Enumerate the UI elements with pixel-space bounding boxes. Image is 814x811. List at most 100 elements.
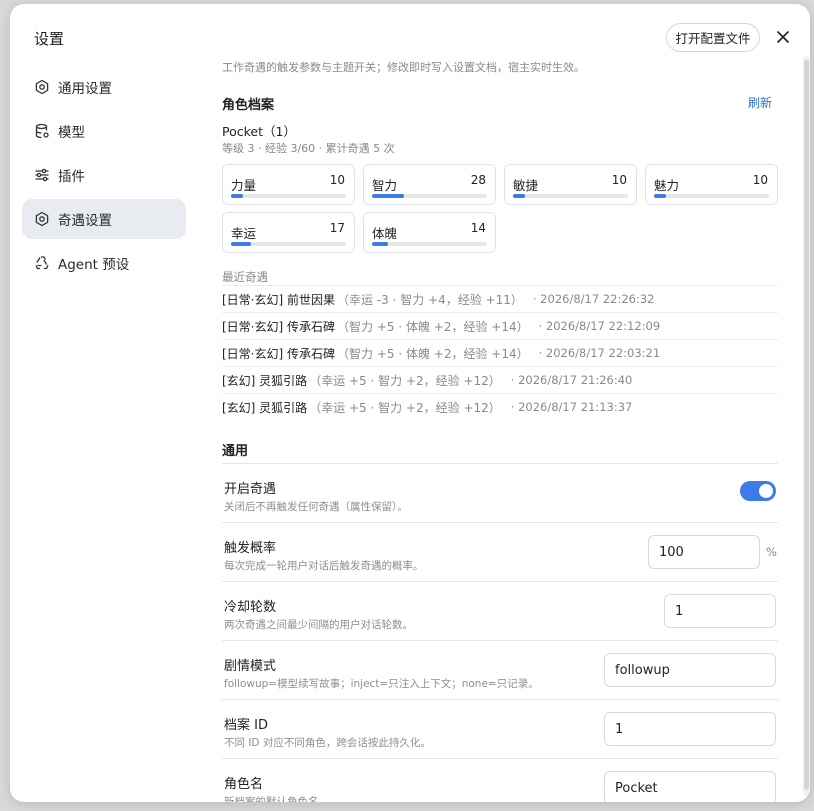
setting-label: 剧情模式: [224, 659, 277, 674]
encounter-time: · 2026/8/17 22:03:21: [538, 346, 661, 360]
scrollbar[interactable]: [803, 56, 810, 796]
setting-cooldown: 冷却轮数 两次奇遇之间最少间隔的用户对话轮数。 1: [222, 581, 778, 640]
stat-value: 10: [611, 173, 627, 187]
setting-hint: 关闭后不再触发任何奇遇（属性保留）。: [224, 501, 408, 513]
stat-bar-fill: [654, 194, 666, 198]
stat-bar-fill: [372, 194, 405, 198]
profile-id-input[interactable]: 1: [604, 712, 776, 746]
enable-toggle[interactable]: [740, 481, 776, 501]
setting-story-mode: 剧情模式 followup=模型续写故事；inject=只注入上下文；none=…: [222, 640, 778, 699]
setting-hint: followup=模型续写故事；inject=只注入上下文；none=只记录。: [224, 678, 539, 690]
encounter-detail: （智力 +5 · 体魄 +2，经验 +14）: [337, 319, 529, 334]
stat-name: 幸运: [231, 226, 257, 241]
sidebar-item-label: 奇遇设置: [58, 213, 112, 229]
stat-name: 魅力: [654, 178, 680, 193]
stat-bar-fill: [231, 242, 251, 246]
setting-probability: 触发概率 每次完成一轮用户对话后触发奇遇的概率。 100 %: [222, 522, 778, 581]
database-icon: [34, 123, 50, 139]
stat-bar: [231, 194, 346, 198]
stat-card: 力量 10: [222, 164, 355, 205]
sidebar-item-encounter[interactable]: 奇遇设置: [22, 199, 186, 239]
encounter-time: · 2026/8/17 22:26:32: [532, 292, 655, 306]
list-item: [玄幻] 灵狐引路 （幸运 +5 · 智力 +2，经验 +12） · 2026/…: [222, 393, 778, 420]
sidebar: 设置 通用设置 模型 插件 奇遇设置 Agent 预设: [10, 4, 200, 802]
encounter-time: · 2026/8/17 22:12:09: [538, 319, 661, 333]
setting-label: 冷却轮数: [224, 600, 277, 615]
stat-bar-fill: [231, 194, 243, 198]
encounter-detail: （幸运 -3 · 智力 +4，经验 +11）: [337, 292, 523, 307]
sidebar-item-plugins[interactable]: 插件: [22, 155, 186, 195]
sidebar-nav: 通用设置 模型 插件 奇遇设置 Agent 预设: [22, 67, 186, 287]
stat-card: 幸运 17: [222, 212, 355, 253]
profile-heading: 角色档案: [222, 98, 275, 113]
sidebar-item-label: 模型: [58, 125, 85, 141]
sliders-icon: [34, 167, 50, 183]
setting-hint: 每次完成一轮用户对话后触发奇遇的概率。: [224, 560, 424, 572]
setting-character-name: 角色名 新档案的默认角色名。 Pocket: [222, 758, 778, 802]
stat-card: 体魄 14: [363, 212, 496, 253]
character-summary: 等级 3 · 经验 3/60 · 累计奇遇 5 次: [222, 142, 395, 155]
stat-bar: [372, 242, 487, 246]
settings-dialog: 设置 通用设置 模型 插件 奇遇设置 Agent 预设 打开配置文件 工作奇遇的…: [10, 4, 810, 802]
setting-label: 触发概率: [224, 541, 277, 556]
scrollbar-thumb[interactable]: [804, 60, 809, 790]
character-name-input[interactable]: Pocket: [604, 771, 776, 802]
character-name: Pocket（1）: [222, 124, 296, 139]
encounter-title: [日常·玄幻] 传承石碑: [222, 346, 335, 361]
stat-value: 10: [329, 173, 345, 187]
close-icon: [776, 30, 790, 44]
recycle-icon: [34, 255, 50, 271]
general-heading: 通用: [222, 444, 249, 459]
stat-card: 魅力 10: [645, 164, 778, 205]
sidebar-item-label: 通用设置: [58, 81, 112, 97]
probability-input[interactable]: 100: [648, 535, 760, 569]
sidebar-item-agent-presets[interactable]: Agent 预设: [22, 243, 186, 283]
recent-heading: 最近奇遇: [222, 270, 268, 284]
probability-unit: %: [766, 545, 777, 559]
encounter-title: [日常·玄幻] 前世因果: [222, 292, 335, 307]
list-item: [日常·玄幻] 传承石碑 （智力 +5 · 体魄 +2，经验 +14） · 20…: [222, 339, 778, 366]
stat-value: 17: [329, 221, 345, 235]
encounter-time: · 2026/8/17 21:13:37: [510, 400, 633, 414]
gear-icon: [34, 79, 50, 95]
setting-label: 开启奇遇: [224, 482, 277, 497]
encounter-title: [玄幻] 灵狐引路: [222, 400, 308, 415]
sidebar-item-models[interactable]: 模型: [22, 111, 186, 151]
encounter-title: [玄幻] 灵狐引路: [222, 373, 308, 388]
settings-content: 工作奇遇的触发参数与主题开关；修改即时写入设置文档，宿主实时生效。 角色档案 刷…: [222, 4, 778, 802]
list-item: [日常·玄幻] 前世因果 （幸运 -3 · 智力 +4，经验 +11） · 20…: [222, 285, 778, 312]
setting-label: 档案 ID: [224, 718, 268, 733]
page-description: 工作奇遇的触发参数与主题开关；修改即时写入设置文档，宿主实时生效。: [222, 61, 585, 74]
setting-profile-id: 档案 ID 不同 ID 对应不同角色，跨会话按此持久化。 1: [222, 699, 778, 758]
dialog-title: 设置: [34, 30, 65, 48]
list-item: [玄幻] 灵狐引路 （幸运 +5 · 智力 +2，经验 +12） · 2026/…: [222, 366, 778, 393]
stat-name: 体魄: [372, 226, 398, 241]
refresh-link[interactable]: 刷新: [748, 94, 772, 111]
list-item: [日常·玄幻] 传承石碑 （智力 +5 · 体魄 +2，经验 +14） · 20…: [222, 312, 778, 339]
setting-hint: 不同 ID 对应不同角色，跨会话按此持久化。: [224, 737, 431, 749]
stat-bar-fill: [513, 194, 525, 198]
sidebar-item-label: 插件: [58, 169, 85, 185]
stat-value: 28: [470, 173, 486, 187]
stat-bar: [372, 194, 487, 198]
stat-value: 10: [752, 173, 768, 187]
sidebar-item-general[interactable]: 通用设置: [22, 67, 186, 107]
setting-label: 角色名: [224, 777, 264, 792]
stat-bar: [654, 194, 769, 198]
toggle-knob: [759, 484, 773, 498]
stat-bar-fill: [372, 242, 389, 246]
setting-hint: 新档案的默认角色名。: [224, 796, 329, 802]
stat-bar: [231, 242, 346, 246]
stat-bar: [513, 194, 628, 198]
encounter-detail: （智力 +5 · 体魄 +2，经验 +14）: [337, 346, 529, 361]
encounter-title: [日常·玄幻] 传承石碑: [222, 319, 335, 334]
stat-card: 智力 28: [363, 164, 496, 205]
sidebar-item-label: Agent 预设: [58, 257, 130, 273]
story-mode-input[interactable]: followup: [604, 653, 776, 687]
stat-name: 敏捷: [513, 178, 539, 193]
stat-value: 14: [470, 221, 486, 235]
cooldown-input[interactable]: 1: [664, 594, 776, 628]
encounter-time: · 2026/8/17 21:26:40: [510, 373, 633, 387]
setting-hint: 两次奇遇之间最少间隔的用户对话轮数。: [224, 619, 413, 631]
stat-name: 力量: [231, 178, 257, 193]
